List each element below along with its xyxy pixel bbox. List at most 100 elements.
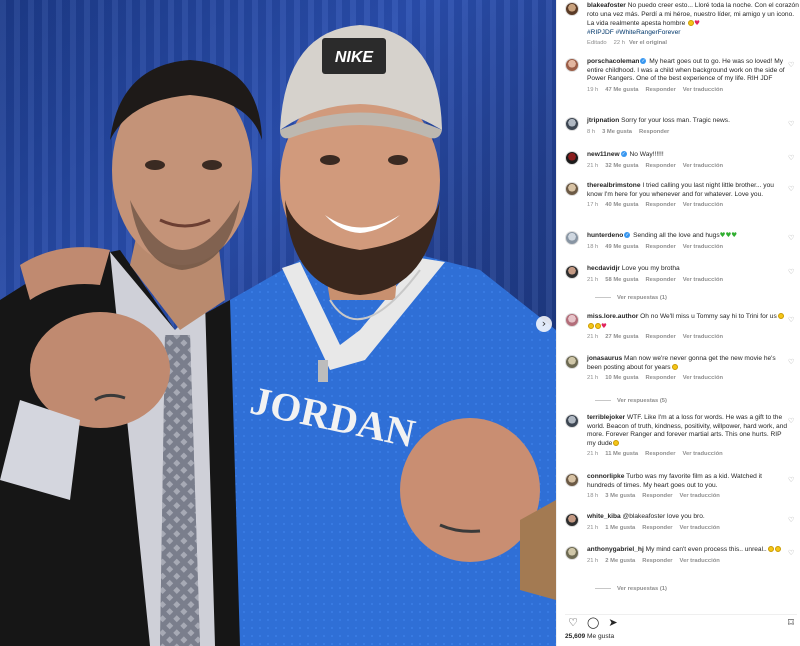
reply-button[interactable]: Responder (645, 277, 675, 283)
comment-like-heart-icon[interactable]: ♡ (788, 477, 795, 484)
view-replies-button[interactable]: Ver respuestas (1) (595, 295, 667, 301)
heart-emoji-icon: ♥ (601, 321, 607, 330)
comment-username[interactable]: anthonygabriel_hj (587, 546, 644, 553)
comment-likes[interactable]: 58 Me gusta (605, 277, 638, 283)
avatar[interactable] (565, 2, 579, 16)
comment-like-heart-icon[interactable]: ♡ (788, 517, 795, 524)
comment-username[interactable]: terriblejoker (587, 414, 625, 421)
see-translation-button[interactable]: Ver traducción (680, 493, 720, 499)
face-emoji-icon (777, 313, 784, 320)
comment-like-heart-icon[interactable]: ♡ (788, 317, 795, 324)
comment-like-heart-icon[interactable]: ♡ (788, 186, 795, 193)
comment-username[interactable]: jtripnation (587, 117, 619, 124)
comment-username[interactable]: therealbrimstone (587, 182, 641, 189)
reply-button[interactable]: Responder (642, 493, 672, 499)
see-translation-button[interactable]: Ver traducción (682, 451, 722, 457)
comment-username[interactable]: miss.lore.author (587, 313, 638, 320)
comment-likes[interactable]: 47 Me gusta (605, 87, 638, 93)
caption-hashtags[interactable]: #RIPJDF #WhiteRangerForever (587, 29, 680, 36)
comment-likes[interactable]: 2 Me gusta (605, 558, 635, 564)
see-translation-button[interactable]: Ver traducción (683, 202, 723, 208)
avatar[interactable] (565, 313, 579, 327)
comment-meta: 17 h 40 Me gusta Responder Ver traducción (587, 201, 787, 210)
reply-button[interactable]: Responder (645, 451, 675, 457)
comment-like-heart-icon[interactable]: ♡ (788, 550, 795, 557)
avatar[interactable] (565, 231, 579, 245)
comment-username[interactable]: porschacoleman (587, 58, 639, 65)
face-emoji-icon (767, 546, 774, 553)
comment-likes[interactable]: 32 Me gusta (605, 163, 638, 169)
comment-meta: 21 h 1 Me gusta Responder Ver traducción (587, 524, 787, 533)
comment-like-heart-icon[interactable]: ♡ (788, 418, 795, 425)
comment-like-heart-icon[interactable]: ♡ (788, 269, 795, 276)
comment-icon[interactable]: ◯ (587, 617, 599, 629)
likes-label: Me gusta (587, 633, 615, 640)
comment-likes[interactable]: 40 Me gusta (605, 202, 638, 208)
edited-label: Editado (587, 40, 607, 47)
avatar[interactable] (565, 151, 579, 165)
replies-divider (595, 399, 611, 401)
comment-likes[interactable]: 1 Me gusta (605, 525, 635, 531)
view-replies-button[interactable]: Ver respuestas (5) (595, 398, 667, 404)
comment-text: Sending all the love and hugs (631, 232, 720, 240)
avatar[interactable] (565, 355, 579, 369)
see-translation-button[interactable]: Ver traducción (683, 244, 723, 250)
like-heart-icon[interactable]: ♡ (567, 617, 579, 629)
see-original-link[interactable]: Ver el original (629, 40, 667, 46)
comment-like-heart-icon[interactable]: ♡ (788, 359, 795, 366)
avatar[interactable] (565, 265, 579, 279)
save-bookmark-icon[interactable]: ⌑ (785, 617, 797, 629)
avatar[interactable] (565, 546, 579, 560)
reply-button[interactable]: Responder (645, 375, 675, 381)
see-translation-button[interactable]: Ver traducción (680, 558, 720, 564)
verified-badge-icon: ✓ (620, 151, 627, 158)
see-translation-button[interactable]: Ver traducción (683, 334, 723, 340)
share-icon[interactable]: ➤ (607, 617, 619, 629)
comment-likes[interactable]: 3 Me gusta (602, 129, 632, 135)
avatar[interactable] (565, 182, 579, 196)
replies-divider (595, 587, 611, 589)
see-translation-button[interactable]: Ver traducción (683, 277, 723, 283)
face-emoji-icon (588, 322, 594, 329)
reply-button[interactable]: Responder (645, 202, 675, 208)
comment-like-heart-icon[interactable]: ♡ (788, 235, 795, 242)
caption-username[interactable]: blakeafoster (587, 2, 626, 9)
comment-likes[interactable]: 49 Me gusta (605, 244, 638, 250)
heart-emoji-icon: ♥ (694, 19, 700, 28)
reply-button[interactable]: Responder (645, 334, 675, 340)
comment-username[interactable]: jonasaurus (587, 355, 622, 362)
see-translation-button[interactable]: Ver traducción (683, 163, 723, 169)
next-image-arrow-icon[interactable]: › (536, 316, 552, 332)
avatar[interactable] (565, 414, 579, 428)
comment-username[interactable]: new11new (587, 151, 620, 158)
reply-button[interactable]: Responder (639, 129, 669, 135)
comment-likes[interactable]: 3 Me gusta (605, 493, 635, 499)
see-translation-button[interactable]: Ver traducción (683, 87, 723, 93)
comment-likes[interactable]: 27 Me gusta (605, 334, 638, 340)
avatar[interactable] (565, 58, 579, 72)
likes-count[interactable]: 25,609 Me gusta (565, 633, 614, 640)
comment-username[interactable]: hunterdeno (587, 232, 623, 239)
comment-username[interactable]: connorlipke (587, 473, 624, 480)
avatar[interactable] (565, 473, 579, 487)
see-translation-button[interactable]: Ver traducción (680, 525, 720, 531)
comment-likes[interactable]: 11 Me gusta (605, 451, 638, 457)
comment-username[interactable]: white_kiba (587, 513, 621, 520)
comment-like-heart-icon[interactable]: ♡ (788, 62, 795, 69)
view-replies-button[interactable]: Ver respuestas (1) (595, 586, 667, 592)
reply-button[interactable]: Responder (645, 244, 675, 250)
reply-button[interactable]: Responder (642, 525, 672, 531)
comment-age: 21 h (587, 375, 599, 382)
comment-meta: 21 h 32 Me gusta Responder Ver traducción (587, 162, 787, 171)
comment-likes[interactable]: 10 Me gusta (605, 375, 638, 381)
comment-username[interactable]: hecdavidjr (587, 265, 620, 272)
see-translation-button[interactable]: Ver traducción (683, 375, 723, 381)
comment-text: My mind can't even process this.. unreal… (643, 546, 767, 553)
avatar[interactable] (565, 513, 579, 527)
reply-button[interactable]: Responder (645, 87, 675, 93)
reply-button[interactable]: Responder (642, 558, 672, 564)
reply-button[interactable]: Responder (645, 163, 675, 169)
comment-like-heart-icon[interactable]: ♡ (788, 155, 795, 162)
avatar[interactable] (565, 117, 579, 131)
comment-like-heart-icon[interactable]: ♡ (788, 121, 795, 128)
